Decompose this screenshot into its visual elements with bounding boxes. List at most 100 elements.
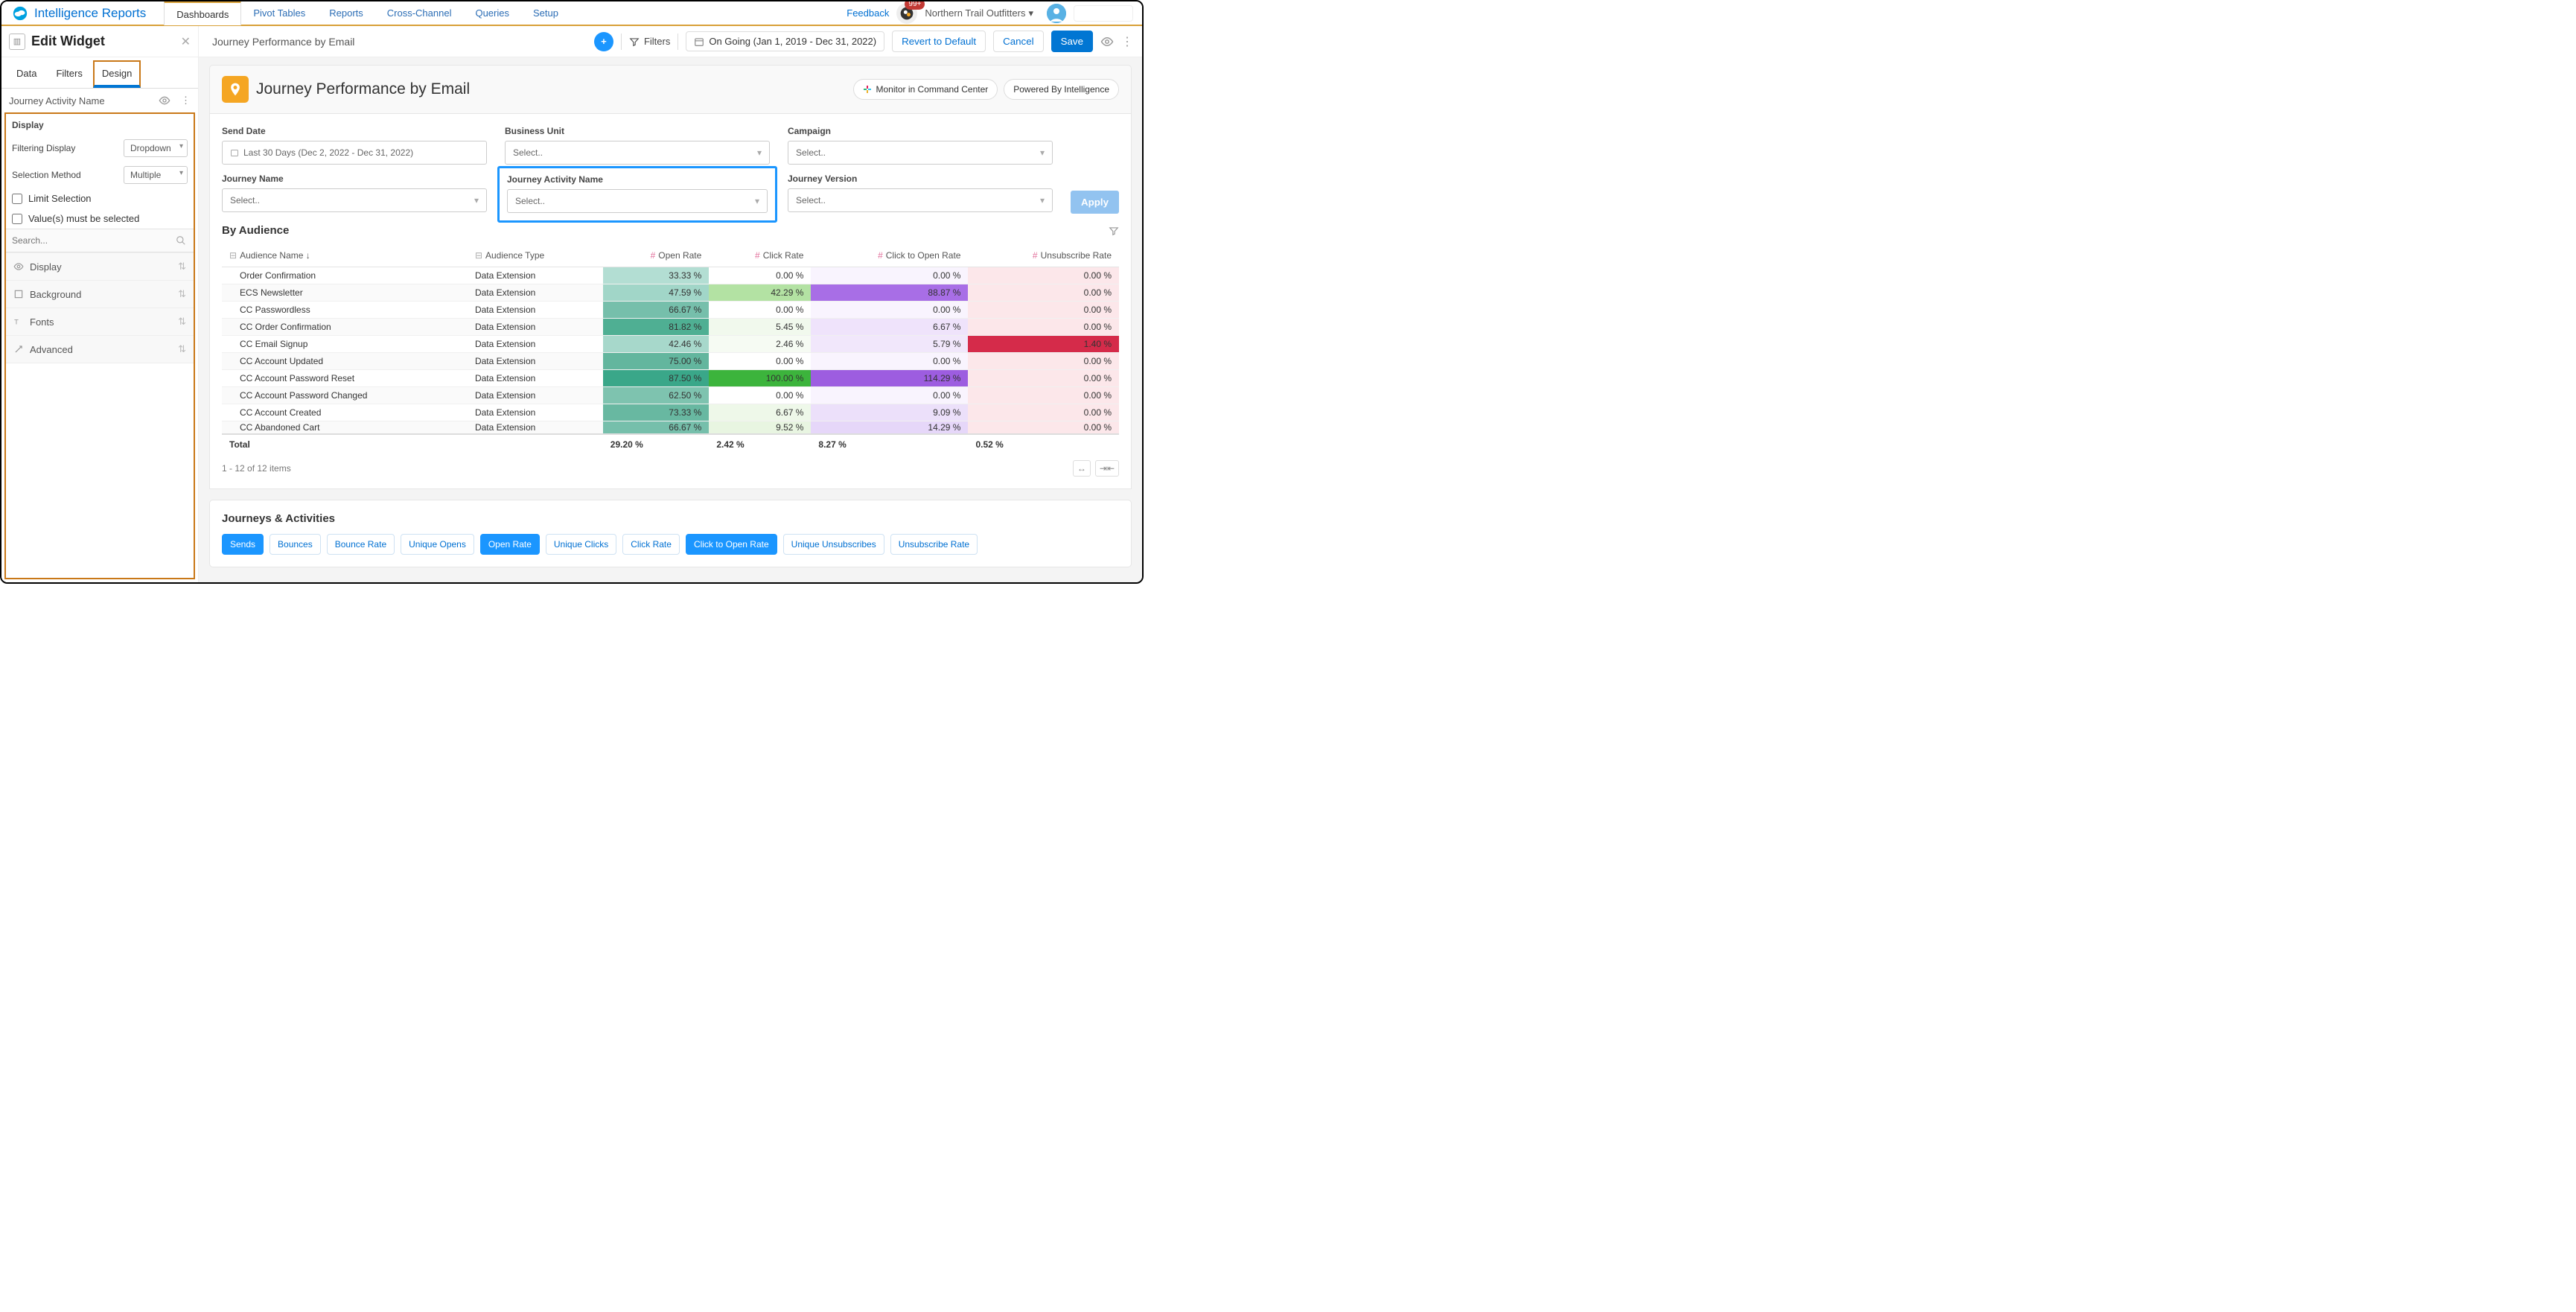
add-button[interactable]: + <box>594 32 613 51</box>
table-filter-icon[interactable] <box>1109 226 1119 236</box>
pill-bounces[interactable]: Bounces <box>270 534 321 555</box>
cell-unsub-rate: 0.00 % <box>968 267 1119 284</box>
editor-tab-filters[interactable]: Filters <box>47 60 91 88</box>
pill-unique-opens[interactable]: Unique Opens <box>401 534 474 555</box>
pill-unique-clicks[interactable]: Unique Clicks <box>546 534 616 555</box>
nav-tab-cross-channel[interactable]: Cross-Channel <box>375 1 464 25</box>
design-search-input[interactable] <box>6 229 194 252</box>
apply-button[interactable]: Apply <box>1071 191 1119 214</box>
cell-name: CC Email Signup <box>222 336 468 353</box>
journeys-title: Journeys & Activities <box>222 512 1119 525</box>
table-row[interactable]: CC PasswordlessData Extension66.67 %0.00… <box>222 302 1119 319</box>
user-avatar-icon[interactable] <box>1047 4 1066 23</box>
filtering-display-row: Filtering Display Dropdown <box>6 135 194 162</box>
business-unit-select[interactable]: Select.. <box>505 141 770 165</box>
dashboard-header: Journey Performance by Email Monitor in … <box>209 65 1132 114</box>
cell-open-rate: 66.67 % <box>603 302 710 319</box>
table-row[interactable]: CC Account UpdatedData Extension75.00 %0… <box>222 353 1119 370</box>
widget-name-text: Journey Activity Name <box>9 95 105 106</box>
table-row[interactable]: Order ConfirmationData Extension33.33 %0… <box>222 267 1119 284</box>
nav-tab-reports[interactable]: Reports <box>317 1 375 25</box>
edit-panel: DataFiltersDesign Journey Activity Name … <box>1 57 199 582</box>
close-icon[interactable]: ✕ <box>181 34 191 49</box>
editor-tab-data[interactable]: Data <box>7 60 45 88</box>
powered-by-button[interactable]: Powered By Intelligence <box>1004 79 1119 100</box>
table-row[interactable]: CC Account Password ChangedData Extensio… <box>222 387 1119 404</box>
editor-tab-design[interactable]: Design <box>93 60 141 88</box>
table-row[interactable]: CC Email SignupData Extension42.46 %2.46… <box>222 336 1119 353</box>
col-audience-name[interactable]: ⊟Audience Name ↓ <box>222 244 468 267</box>
accordion-advanced[interactable]: Advanced⇅ <box>6 336 194 363</box>
preview-icon[interactable] <box>1100 35 1114 48</box>
cell-name: CC Account Updated <box>222 353 468 370</box>
pill-unsubscribe-rate[interactable]: Unsubscribe Rate <box>890 534 978 555</box>
cell-name: Order Confirmation <box>222 267 468 284</box>
chevron-sort-icon: ⇅ <box>178 316 186 328</box>
col-audience-type[interactable]: ⊟Audience Type <box>468 244 603 267</box>
feedback-link[interactable]: Feedback <box>847 7 889 19</box>
cell-type: Data Extension <box>468 387 603 404</box>
filtering-display-select[interactable]: Dropdown <box>124 139 188 157</box>
notifications-icon[interactable]: 99+ <box>896 3 917 24</box>
table-row[interactable]: CC Account CreatedData Extension73.33 %6… <box>222 404 1119 421</box>
nav-tab-dashboards[interactable]: Dashboards <box>164 1 241 25</box>
filters-button[interactable]: Filters <box>629 36 670 47</box>
cell-type: Data Extension <box>468 336 603 353</box>
cell-type: Data Extension <box>468 421 603 435</box>
col-click-to-open-rate[interactable]: #Click to Open Rate <box>811 244 968 267</box>
send-date-input[interactable]: Last 30 Days (Dec 2, 2022 - Dec 31, 2022… <box>222 141 487 165</box>
pill-open-rate[interactable]: Open Rate <box>480 534 540 555</box>
save-button[interactable]: Save <box>1051 31 1093 52</box>
pill-sends[interactable]: Sends <box>222 534 264 555</box>
date-range-button[interactable]: On Going (Jan 1, 2019 - Dec 31, 2022) <box>686 31 884 51</box>
cell-unsub-rate: 0.00 % <box>968 302 1119 319</box>
col-click-rate[interactable]: #Click Rate <box>709 244 811 267</box>
cell-type: Data Extension <box>468 353 603 370</box>
filter-journey-version: Journey Version Select.. <box>788 173 1053 214</box>
accordion-display[interactable]: Display⇅ <box>6 253 194 281</box>
text-icon: T <box>13 316 24 327</box>
journeys-card: Journeys & Activities Sends Bounces Bounce… <box>209 500 1132 567</box>
expand-horizontal-icon[interactable]: ↔ <box>1073 460 1091 477</box>
collapse-icon[interactable]: ⇥⇤ <box>1095 460 1119 477</box>
table-row[interactable]: CC Account Password ResetData Extension8… <box>222 370 1119 387</box>
send-date-label: Send Date <box>222 126 487 136</box>
cell-click-rate: 100.00 % <box>709 370 811 387</box>
monitor-command-center-button[interactable]: Monitor in Command Center <box>853 79 998 100</box>
visibility-icon[interactable] <box>159 95 170 106</box>
journey-version-select[interactable]: Select.. <box>788 188 1053 212</box>
cell-click-rate: 0.00 % <box>709 267 811 284</box>
col-open-rate[interactable]: #Open Rate <box>603 244 710 267</box>
cell-name: CC Account Password Changed <box>222 387 468 404</box>
org-selector[interactable]: Northern Trail Outfitters ▾ <box>925 7 1033 19</box>
nav-tab-setup[interactable]: Setup <box>521 1 570 25</box>
col-unsubscribe-rate[interactable]: #Unsubscribe Rate <box>968 244 1119 267</box>
revert-button[interactable]: Revert to Default <box>892 31 986 52</box>
limit-selection-checkbox[interactable] <box>12 194 22 204</box>
selection-method-select[interactable]: Multiple <box>124 166 188 184</box>
journey-activity-name-select[interactable]: Select.. <box>507 189 768 213</box>
accordion-background[interactable]: Background⇅ <box>6 281 194 308</box>
table-row[interactable]: CC Abandoned CartData Extension66.67 %9.… <box>222 421 1119 435</box>
cell-unsub-rate: 0.00 % <box>968 387 1119 404</box>
campaign-select[interactable]: Select.. <box>788 141 1053 165</box>
pill-bounce-rate[interactable]: Bounce Rate <box>327 534 395 555</box>
eye-icon <box>13 261 24 272</box>
pill-unique-unsubscribes[interactable]: Unique Unsubscribes <box>783 534 884 555</box>
nav-tab-queries[interactable]: Queries <box>463 1 521 25</box>
more-icon[interactable]: ⋮ <box>1121 34 1133 49</box>
widget-more-icon[interactable]: ⋮ <box>181 95 191 106</box>
pill-click-rate[interactable]: Click Rate <box>622 534 680 555</box>
table-row[interactable]: ECS NewsletterData Extension47.59 %42.29… <box>222 284 1119 302</box>
nav-tab-pivot-tables[interactable]: Pivot Tables <box>241 1 317 25</box>
table-row[interactable]: CC Order ConfirmationData Extension81.82… <box>222 319 1119 336</box>
accordion-fonts[interactable]: TFonts⇅ <box>6 308 194 336</box>
pill-click-to-open-rate[interactable]: Click to Open Rate <box>686 534 777 555</box>
cancel-button[interactable]: Cancel <box>993 31 1044 52</box>
top-search-box[interactable] <box>1074 5 1133 22</box>
journey-name-select[interactable]: Select.. <box>222 188 487 212</box>
values-must-checkbox[interactable] <box>12 214 22 224</box>
accordion-label: Background <box>30 289 81 300</box>
breadcrumb-title: Journey Performance by Email <box>212 36 594 48</box>
cell-click-rate: 2.46 % <box>709 336 811 353</box>
